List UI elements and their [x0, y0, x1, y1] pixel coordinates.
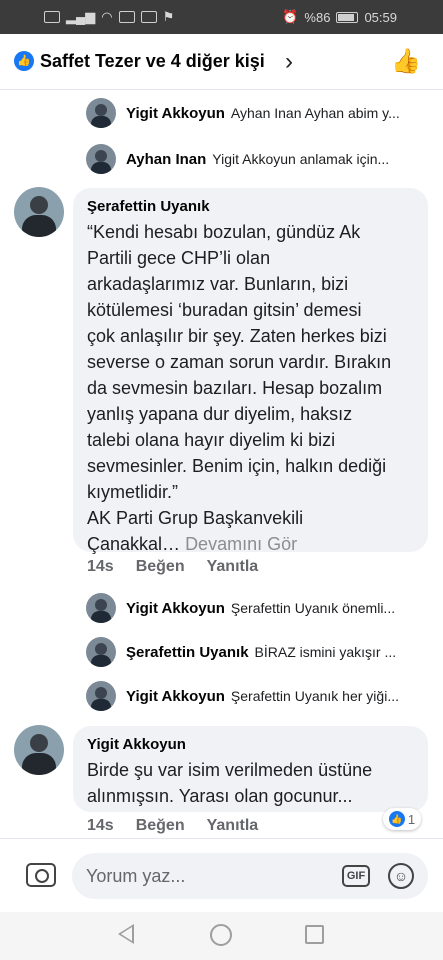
reply-author[interactable]: Yigit Akkoyun	[126, 688, 225, 705]
facebook-notif-icon	[118, 11, 135, 23]
comment-bubble[interactable]: Şerafettin Uyanık “Kendi hesabı bozulan,…	[73, 188, 428, 554]
see-more-link[interactable]: Devamını Gör	[185, 534, 297, 554]
avatar[interactable]	[86, 98, 116, 128]
comment-actions: 14s Beğen Yanıtla	[87, 817, 258, 835]
reply-text: BİRAZ ismini yakışır ...	[254, 644, 397, 660]
reply-item[interactable]: Şerafettin Uyanık BİRAZ ismini yakışır .…	[86, 635, 443, 669]
comment-text: Birde şu var isim verilmeden üstüne alın…	[87, 760, 373, 806]
facebook-notif-icon-2	[140, 11, 157, 23]
reply-item[interactable]: Ayhan Inan Yigit Akkoyun anlamak için...	[86, 142, 443, 176]
camera-icon[interactable]	[26, 863, 56, 887]
avatar[interactable]	[86, 593, 116, 623]
reply-text: Şerafettin Uyanık önemli...	[230, 600, 396, 616]
avatar[interactable]	[86, 681, 116, 711]
avatar[interactable]	[86, 637, 116, 667]
like-badge-icon: 👍	[388, 811, 405, 827]
reply-author[interactable]: Yigit Akkoyun	[126, 600, 225, 617]
like-button[interactable]: Beğen	[136, 558, 185, 576]
clock: 05:59	[364, 9, 397, 25]
reply-text: Ayhan Inan Ayhan abim y...	[230, 105, 400, 121]
status-bar: ▂▄▆ ◠ ⚑ ⏰ %86 05:59	[0, 0, 443, 34]
status-left: ▂▄▆ ◠ ⚑	[44, 9, 174, 25]
reply-item[interactable]: Yigit Akkoyun Ayhan Inan Ayhan abim y...	[86, 96, 443, 130]
comment-actions: 14s Beğen Yanıtla	[87, 558, 258, 576]
comment-time: 14s	[87, 558, 114, 575]
reply-author[interactable]: Yigit Akkoyun	[126, 105, 225, 122]
chevron-right-icon[interactable]: ›	[285, 48, 293, 76]
sim-icon	[44, 11, 60, 23]
thumbs-up-icon[interactable]: 👍	[391, 47, 421, 76]
alarm-icon: ⏰	[282, 9, 299, 24]
reply-button[interactable]: Yanıtla	[207, 817, 259, 835]
battery-percent: %86	[304, 9, 331, 25]
comment-input-wrap[interactable]: GIF ☺	[72, 853, 428, 899]
reply-text: Yigit Akkoyun anlamak için...	[212, 151, 390, 167]
like-badge-icon: 👍	[14, 51, 34, 71]
status-right: ⏰ %86 05:59	[282, 9, 397, 25]
wifi-icon: ◠	[101, 9, 113, 24]
comment-composer: GIF ☺	[0, 838, 443, 912]
reply-text: Şerafettin Uyanık her yiği...	[230, 688, 399, 704]
reaction-count-badge[interactable]: 👍 1	[383, 808, 421, 830]
comment-time: 14s	[87, 817, 114, 834]
comment-text: “Kendi hesabı bozulan, gündüz Ak Partili…	[87, 219, 414, 557]
back-icon[interactable]	[118, 924, 134, 944]
comment-author[interactable]: Yigit Akkoyun	[87, 736, 414, 753]
comment-bubble[interactable]: Yigit Akkoyun Birde şu var isim verilmed…	[73, 726, 428, 812]
battery-icon	[336, 11, 359, 23]
avatar[interactable]	[14, 187, 64, 237]
gif-button[interactable]: GIF	[342, 865, 370, 887]
flag-icon: ⚑	[162, 9, 175, 24]
reply-author[interactable]: Ayhan Inan	[126, 151, 206, 168]
emoji-icon[interactable]: ☺	[388, 863, 414, 889]
avatar[interactable]	[14, 725, 64, 775]
like-button[interactable]: Beğen	[136, 817, 185, 835]
home-icon[interactable]	[210, 924, 232, 946]
avatar[interactable]	[86, 144, 116, 174]
comment-author[interactable]: Şerafettin Uyanık	[87, 198, 414, 215]
reply-item[interactable]: Yigit Akkoyun Şerafettin Uyanık önemli..…	[86, 591, 443, 625]
signal-icon: ▂▄▆	[66, 9, 96, 24]
reaction-count: 1	[407, 811, 416, 827]
comments-sheet: 👍 Saffet Tezer ve 4 diğer kişi › 👍 Yigit…	[0, 34, 443, 960]
reactions-header[interactable]: 👍 Saffet Tezer ve 4 diğer kişi › 👍	[0, 34, 443, 90]
comment-input[interactable]	[86, 853, 336, 899]
reply-button[interactable]: Yanıtla	[207, 558, 259, 576]
system-nav-bar	[0, 912, 443, 960]
reply-item[interactable]: Yigit Akkoyun Şerafettin Uyanık her yiği…	[86, 679, 443, 713]
recent-apps-icon[interactable]	[305, 925, 324, 944]
reply-author[interactable]: Şerafettin Uyanık	[126, 644, 249, 661]
reactions-summary[interactable]: Saffet Tezer ve 4 diğer kişi	[40, 51, 265, 72]
comment-body: “Kendi hesabı bozulan, gündüz Ak Partili…	[87, 222, 392, 554]
